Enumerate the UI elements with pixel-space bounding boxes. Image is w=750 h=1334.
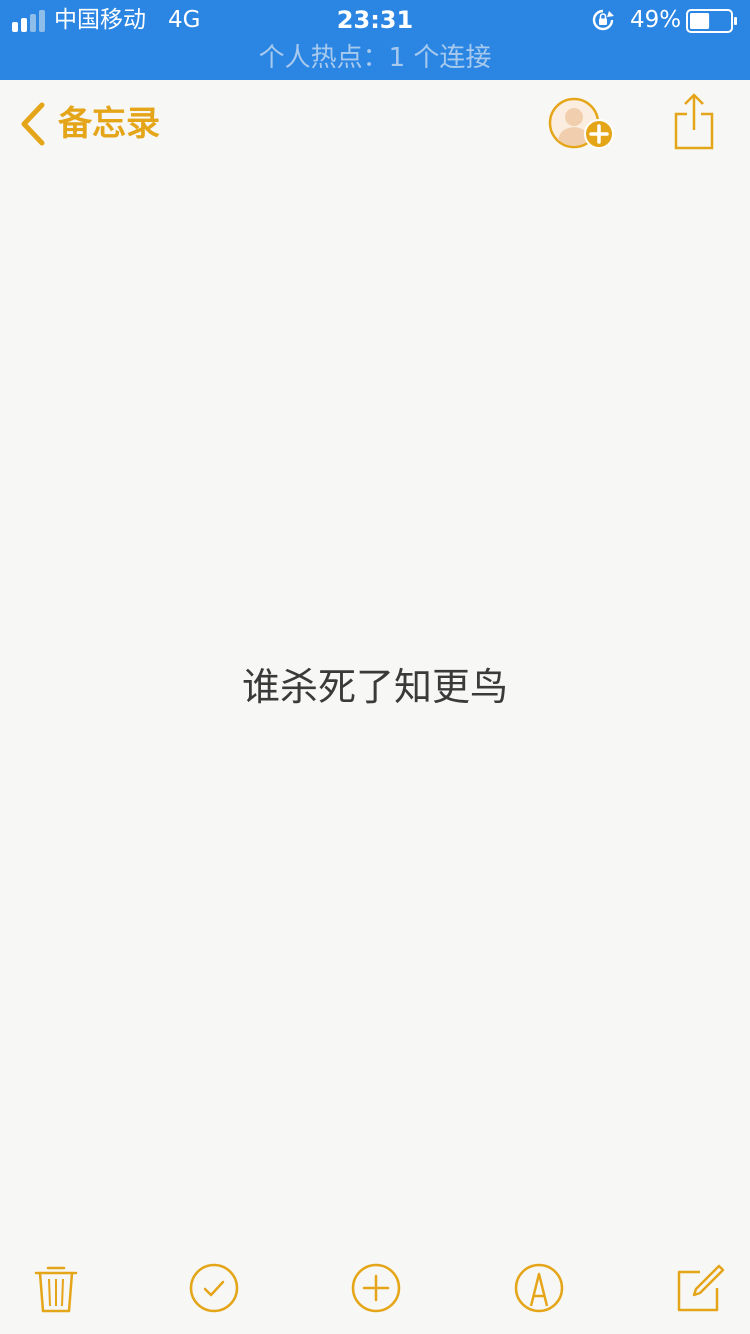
compose-icon (677, 1264, 725, 1312)
plus-circle-icon (351, 1263, 401, 1313)
delete-button[interactable] (30, 1262, 82, 1314)
pen-markup-icon (514, 1263, 564, 1313)
hotspot-banner[interactable]: 个人热点：1 个连接 (0, 40, 750, 76)
markup-button[interactable] (513, 1262, 565, 1314)
trash-icon (34, 1266, 78, 1313)
battery-icon (686, 9, 737, 33)
nav-bar: 备忘录 (0, 80, 750, 168)
back-button[interactable]: 备忘录 (18, 98, 160, 150)
rotation-lock-icon (592, 9, 614, 31)
checklist-button[interactable] (188, 1262, 240, 1314)
note-text[interactable]: 谁杀死了知更鸟 (0, 660, 750, 714)
status-bar: 中国移动 4G 23:31 49% 个人热点：1 个连接 (0, 0, 750, 80)
share-icon[interactable] (670, 92, 718, 150)
add-button[interactable] (350, 1262, 402, 1314)
checkmark-circle-icon (189, 1263, 239, 1313)
add-person-icon[interactable] (546, 96, 618, 154)
back-label: 备忘录 (58, 104, 160, 144)
battery-percent: 49% (630, 7, 682, 33)
compose-button[interactable] (674, 1262, 726, 1314)
chevron-left-icon (21, 102, 45, 146)
bottom-toolbar (0, 1240, 750, 1334)
